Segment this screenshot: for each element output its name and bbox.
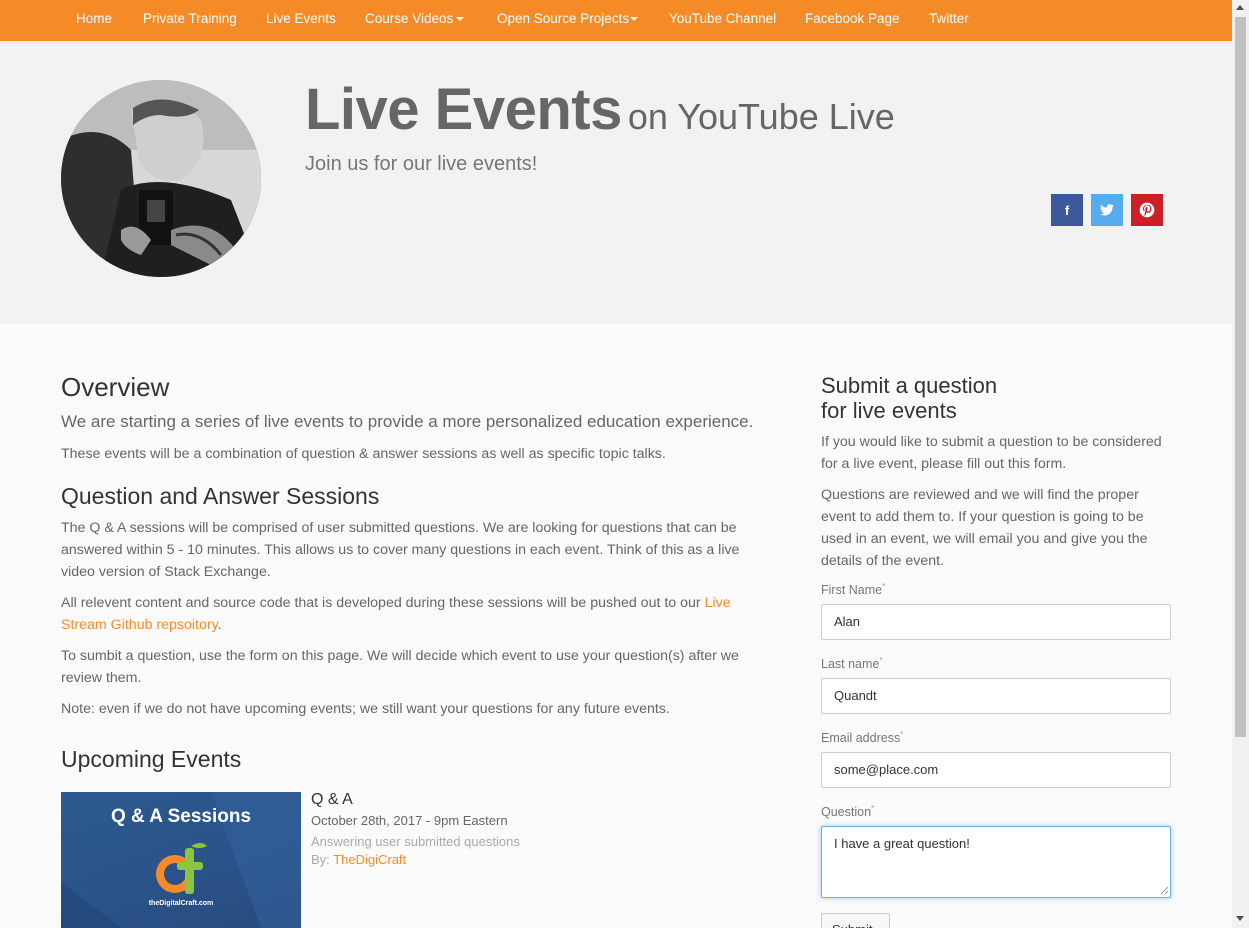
event-by-label: By: <box>311 852 330 867</box>
event-author: By: TheDigiCraft <box>311 852 406 867</box>
top-navbar: Home Private Training Live Events Course… <box>0 0 1232 41</box>
share-twitter-button[interactable] <box>1091 194 1123 226</box>
form-heading-line-2: for live events <box>821 398 957 423</box>
form-intro-1: If you would like to submit a question t… <box>821 434 1162 472</box>
qa-paragraph-2-end: . <box>217 617 222 633</box>
form-heading: Submit a question for live events <box>821 373 997 423</box>
event-date: October 28th, 2017 - 9pm Eastern <box>311 813 508 828</box>
nav-course-videos-label: Course Videos <box>365 11 454 26</box>
qa-heading: Question and Answer Sessions <box>61 483 380 509</box>
page-title-main: Live Events <box>305 77 622 142</box>
qa-paragraph-4: Note: even if we do not have upcoming ev… <box>61 701 670 717</box>
overview-lead: We are starting a series of live events … <box>61 412 754 431</box>
first-name-field[interactable]: Alan <box>821 604 1171 640</box>
digitalcraft-logo-mark <box>156 843 207 894</box>
thumbnail-title: Q & A Sessions <box>110 806 252 827</box>
qa-paragraph-2-text: All relevent content and source code tha… <box>61 595 705 611</box>
overview-text: These events will be a combination of qu… <box>61 446 666 462</box>
event-thumbnail[interactable]: Q & A Sessions theDigitalCraft.com <box>61 792 301 928</box>
digitalcraft-logo <box>149 840 213 900</box>
last-name-label: Last name* <box>821 656 883 671</box>
event-title[interactable]: Q & A <box>311 791 353 809</box>
nav-home[interactable]: Home <box>76 11 112 26</box>
required-mark: * <box>882 582 886 591</box>
page-scrollbar[interactable] <box>1232 0 1249 928</box>
twitter-icon <box>1100 204 1114 216</box>
email-field[interactable]: some@place.com <box>821 752 1171 788</box>
page-subtitle: Join us for our live events! <box>305 153 538 175</box>
email-label: Email address* <box>821 730 903 745</box>
last-name-field[interactable]: Quandt <box>821 678 1171 714</box>
scroll-down-icon[interactable] <box>1236 916 1244 921</box>
nav-private-training[interactable]: Private Training <box>143 11 237 26</box>
question-label: Question* <box>821 804 874 819</box>
first-name-label-text: First Name <box>821 583 883 598</box>
nav-youtube-channel[interactable]: YouTube Channel <box>669 11 776 26</box>
facebook-icon: f <box>1064 202 1070 218</box>
nav-twitter[interactable]: Twitter <box>929 11 969 26</box>
nav-course-videos[interactable]: Course Videos <box>365 11 465 26</box>
qa-paragraph-3: To sumbit a question, use the form on th… <box>61 648 739 686</box>
overview-heading: Overview <box>61 372 170 402</box>
question-textarea[interactable]: I have a great question! <box>821 826 1171 898</box>
caret-down-icon <box>630 17 639 22</box>
scroll-up-icon[interactable] <box>1236 5 1244 10</box>
page-title-suffix: on YouTube Live <box>627 96 895 137</box>
resize-handle-icon[interactable] <box>1160 886 1169 895</box>
nav-live-events[interactable]: Live Events <box>266 11 336 26</box>
nav-open-source-projects[interactable]: Open Source Projects <box>497 11 639 26</box>
nav-open-source-label: Open Source Projects <box>497 11 630 26</box>
caret-down-icon <box>456 17 465 22</box>
page-title: Live Events on YouTube Live <box>305 76 895 143</box>
last-name-label-text: Last name <box>821 657 880 672</box>
share-facebook-button[interactable]: f <box>1051 194 1083 226</box>
required-mark: * <box>879 656 883 665</box>
scroll-thumb[interactable] <box>1235 17 1246 737</box>
nav-facebook-page[interactable]: Facebook Page <box>805 11 900 26</box>
qa-paragraph-2: All relevent content and source code tha… <box>61 592 773 636</box>
profile-avatar <box>61 80 261 277</box>
submit-button[interactable]: Submit <box>821 913 890 928</box>
event-description: Answering user submitted questions <box>311 834 520 849</box>
form-intro-2: Questions are reviewed and we will find … <box>821 487 1148 569</box>
pinterest-icon <box>1139 202 1155 218</box>
first-name-label: First Name* <box>821 582 885 597</box>
required-mark: * <box>900 730 904 739</box>
form-heading-line-1: Submit a question <box>821 373 998 398</box>
qa-paragraph-1: The Q & A sessions will be comprised of … <box>61 520 740 580</box>
required-mark: * <box>871 804 875 813</box>
email-label-text: Email address <box>821 731 901 746</box>
question-label-text: Question <box>821 805 872 820</box>
event-author-link[interactable]: TheDigiCraft <box>333 852 406 867</box>
upcoming-events-heading: Upcoming Events <box>61 746 242 772</box>
thumbnail-site: theDigitalCraft.com <box>148 900 214 907</box>
share-pinterest-button[interactable] <box>1131 194 1163 226</box>
profile-photo <box>61 80 261 277</box>
